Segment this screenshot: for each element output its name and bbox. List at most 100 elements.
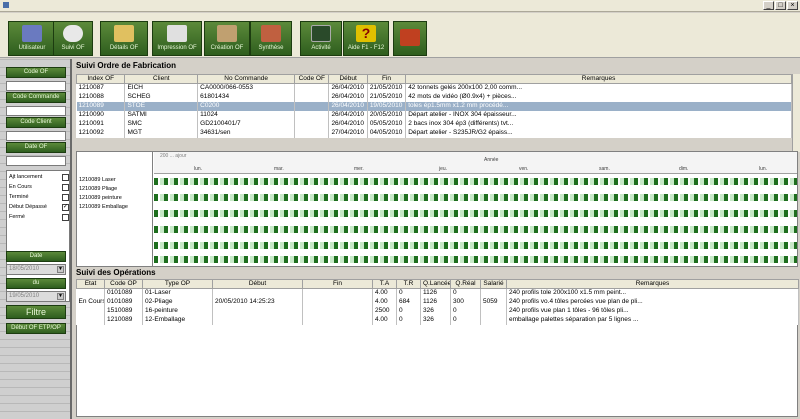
col-header[interactable]: Code OP: [104, 279, 143, 289]
code-client-input[interactable]: [6, 131, 66, 141]
cell: 1126: [420, 297, 451, 307]
exit-icon: [400, 29, 420, 46]
of-table-scrollbar[interactable]: [792, 74, 800, 152]
gantt-bar[interactable]: [154, 210, 797, 217]
checkbox[interactable]: [62, 214, 69, 221]
cell: 4.00: [372, 315, 397, 325]
cell: 16-peinture: [142, 306, 213, 316]
col-header[interactable]: T.A: [372, 279, 397, 289]
col-header[interactable]: Salarié: [480, 279, 507, 289]
col-header[interactable]: Remarques: [405, 74, 792, 84]
cell: C0200: [197, 101, 296, 111]
col-header[interactable]: No Commande: [197, 74, 296, 84]
check-en-cours[interactable]: En Cours: [9, 184, 69, 192]
cell: 4.00: [372, 288, 397, 298]
code-commande-input[interactable]: [6, 106, 66, 116]
cell: [76, 306, 105, 316]
suivi-of-button[interactable]: Suivi OF: [53, 21, 93, 56]
checkbox[interactable]: ✓: [62, 204, 69, 211]
col-header[interactable]: Q.Lancée: [420, 279, 451, 289]
col-header[interactable]: Remarques: [506, 279, 799, 289]
debut-of-etp-button[interactable]: Début OF ETP/OP: [6, 323, 66, 334]
col-header[interactable]: Client: [124, 74, 199, 84]
creation-of-button[interactable]: Création OF: [204, 21, 250, 56]
col-header[interactable]: Début: [212, 279, 303, 289]
cell: 326: [420, 315, 451, 325]
table-row[interactable]: 1210089 12-Emballage 4.00 0 326 0 emballage pa…: [76, 315, 799, 325]
close-button[interactable]: ×: [787, 1, 798, 10]
gantt-bar[interactable]: [154, 194, 797, 201]
window-titlebar: _ □ ×: [0, 0, 800, 12]
du-button[interactable]: du: [6, 278, 66, 289]
cell: Départ atelier - S235JR/G2 épaiss...: [405, 128, 792, 138]
col-header[interactable]: Début: [328, 74, 368, 84]
checkbox[interactable]: [62, 194, 69, 201]
gantt-bar[interactable]: [154, 226, 797, 233]
table-row[interactable]: 1510089 16-peinture 2500 0 326 0 240 profils v…: [76, 306, 799, 316]
gantt-bar[interactable]: [154, 242, 797, 249]
bell-icon: [114, 25, 134, 42]
col-header[interactable]: Fin: [302, 279, 373, 289]
minimize-button[interactable]: _: [763, 1, 774, 10]
table-row[interactable]: En Cours 0101089 02-Pliage 20/05/2010 14:25…: [76, 297, 799, 307]
code-of-button[interactable]: Code OF: [6, 67, 66, 78]
activite-button[interactable]: Activité: [300, 21, 342, 56]
code-commande-button[interactable]: Code Commande: [6, 92, 66, 103]
check-ajt-lancement[interactable]: Ajt lancement: [9, 174, 69, 182]
table-row[interactable]: 1210087 EICH CA0000/066-0553 26/04/2010 21/0…: [76, 83, 792, 93]
cell: [480, 288, 507, 298]
aide-button[interactable]: ? Aide F1 - F12: [343, 21, 389, 56]
details-of-button[interactable]: Détails OF: [100, 21, 148, 56]
cell: MGT: [124, 128, 199, 138]
date-of-button[interactable]: Date OF: [6, 142, 66, 153]
check-debut-depasse[interactable]: Début Dépassé ✓: [9, 204, 69, 212]
impression-of-button[interactable]: Impression OF: [152, 21, 202, 56]
cell: 1510089: [104, 306, 143, 316]
table-row[interactable]: 1210088 SCHEG 61801434 26/04/2010 21/05/2010…: [76, 92, 792, 102]
du-select[interactable]: 19/05/2010 ▼: [6, 291, 66, 302]
synthese-button[interactable]: Synthèse: [250, 21, 292, 56]
maximize-button[interactable]: □: [775, 1, 786, 10]
filtre-button[interactable]: Filtre: [6, 305, 66, 319]
cell: 1210092: [76, 128, 126, 138]
date-select[interactable]: 18/05/2010 ▼: [6, 264, 66, 275]
creation-of-label: Création OF: [210, 45, 244, 51]
date-of-input[interactable]: [6, 156, 66, 166]
code-client-button[interactable]: Code Client: [6, 117, 66, 128]
suivi-ops-title: Suivi des Opérations: [76, 268, 156, 277]
cell: En Cours: [76, 297, 105, 307]
cell: 2 bacs inox 304 ép3 (différents) tvt...: [405, 119, 792, 129]
utilisateur-button[interactable]: Utilisateur: [8, 21, 56, 56]
gantt-bar[interactable]: [154, 256, 797, 263]
gantt-bar[interactable]: [154, 178, 797, 185]
col-header[interactable]: Fin: [366, 74, 407, 84]
cell: [302, 288, 373, 298]
checkbox[interactable]: [62, 184, 69, 191]
exit-button[interactable]: [393, 21, 427, 56]
date-button[interactable]: Date: [6, 251, 66, 262]
table-row[interactable]: 0101089 01-Laser 4.00 0 1126 0 240 profils tol…: [76, 288, 799, 298]
code-of-input[interactable]: [6, 81, 66, 91]
col-header[interactable]: Etat: [76, 279, 105, 289]
table-header: Etat Code OP Type OP Début Fin T.A T.R Q…: [76, 279, 799, 289]
table-row[interactable]: 1210092 MGT 34631/sen 27/04/2010 04/05/2010 D…: [76, 128, 792, 138]
table-row[interactable]: 1210091 SMC GD2100401/7 26/04/2010 05/05/201…: [76, 119, 792, 129]
col-header[interactable]: Index OF: [75, 74, 126, 84]
col-header[interactable]: Q.Réal: [450, 279, 481, 289]
gantt-day-tick: mer.: [354, 166, 364, 172]
table-row-selected[interactable]: 1210089 STOE C0200 26/04/2010 19/05/2010 tole…: [76, 101, 792, 111]
col-header[interactable]: Type OP: [142, 279, 213, 289]
chevron-down-icon[interactable]: ▼: [57, 293, 64, 300]
cell: 12-Emballage: [142, 315, 213, 325]
col-header[interactable]: T.R: [396, 279, 421, 289]
gantt-row-label: 1210089 Emballage: [79, 204, 128, 210]
chevron-down-icon[interactable]: ▼: [57, 266, 64, 273]
col-header[interactable]: Code OF: [294, 74, 330, 84]
table-row[interactable]: 1210090 SATMI 11024 26/04/2010 20/05/2010 Dép…: [76, 110, 792, 120]
check-ferme[interactable]: Fermé: [9, 214, 69, 222]
gantt-day-tick: ven.: [519, 166, 529, 172]
check-termine[interactable]: Terminé: [9, 194, 69, 202]
of-table: Index OF Client No Commande Code OF Débu…: [75, 74, 792, 138]
cell: EICH: [124, 83, 199, 93]
checkbox[interactable]: [62, 174, 69, 181]
